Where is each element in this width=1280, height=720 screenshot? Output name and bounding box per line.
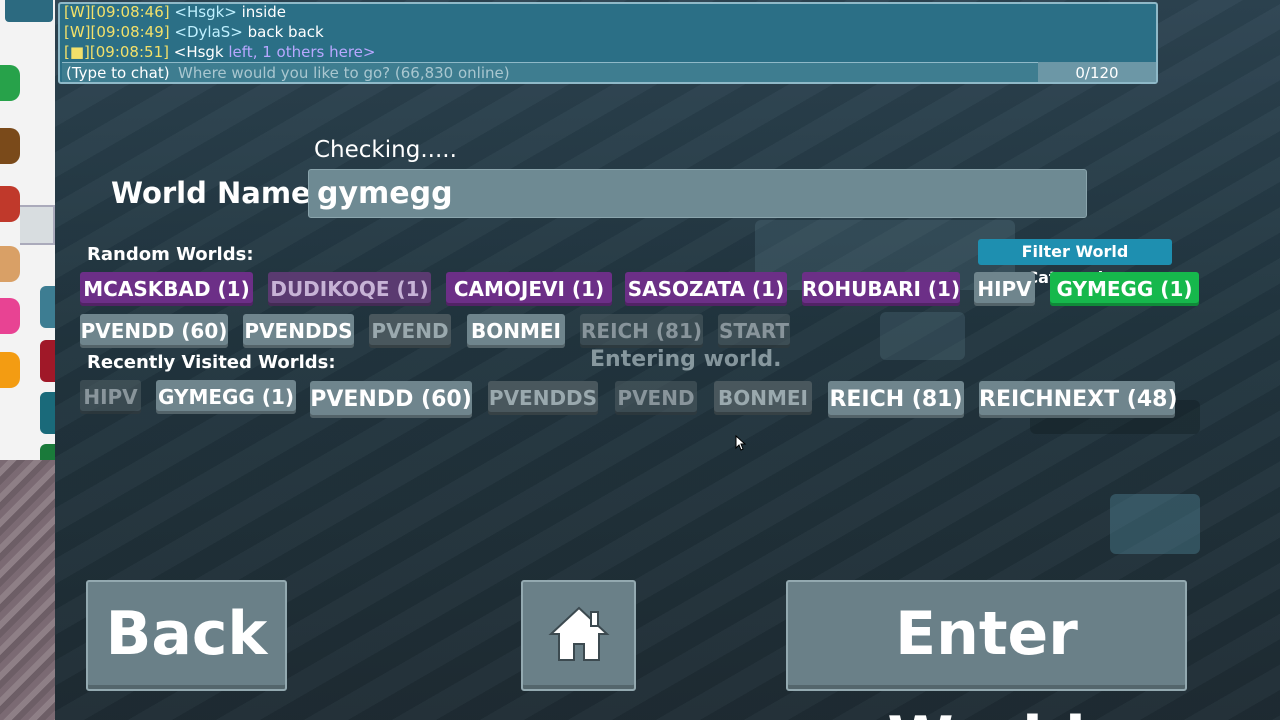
shop-icon: [0, 352, 20, 388]
world-name-label: World Name:: [111, 176, 323, 210]
recent-world-chip[interactable]: PVEND: [615, 381, 697, 415]
chat-message: [W][09:08:46] <Hsgk> inside: [64, 3, 287, 21]
chat-username[interactable]: <Hsgk: [174, 43, 224, 61]
checking-status: Checking.....: [314, 137, 457, 163]
world-chip[interactable]: PVENDDS: [243, 314, 354, 348]
home-icon: [547, 606, 610, 661]
chat-system-text: left, 1 others here>: [223, 43, 376, 61]
world-chip[interactable]: DUDIKOQE (1): [268, 272, 431, 306]
world-chip[interactable]: PVENDD (60): [80, 314, 228, 348]
world-chip[interactable]: CAMOJEVI (1): [446, 272, 612, 306]
background-block: [1110, 494, 1200, 554]
gift-icon: [0, 186, 20, 222]
recent-world-chip[interactable]: HIPV: [80, 380, 141, 414]
side-tab[interactable]: [40, 392, 55, 434]
world-chip[interactable]: START: [718, 314, 790, 348]
recent-world-chip[interactable]: REICH (81): [828, 381, 964, 418]
side-tab[interactable]: [40, 340, 55, 382]
chat-input[interactable]: (Type to chat) Where would you like to g…: [62, 62, 1038, 82]
chat-text: back back: [242, 23, 324, 41]
gems-icon: [0, 65, 20, 101]
avatar-icon: [0, 246, 20, 282]
chat-time: [09:08:51]: [89, 43, 169, 61]
chat-hint-text: Where would you like to go? (66,830 onli…: [178, 64, 510, 82]
chat-time: [09:08:46]: [90, 3, 170, 21]
recent-world-chip[interactable]: PVENDDS: [488, 381, 598, 415]
mouse-cursor-icon: [735, 435, 747, 451]
world-chip[interactable]: PVEND: [369, 314, 451, 348]
event-icon: [0, 298, 20, 334]
side-top-button[interactable]: [5, 0, 53, 22]
chat-placeholder: (Type to chat): [66, 64, 170, 82]
chat-tag: [■]: [64, 43, 90, 61]
recent-world-chip[interactable]: PVENDD (60): [310, 381, 472, 418]
world-name-input[interactable]: [308, 169, 1087, 218]
chat-message: [W][09:08:49] <DylaS> back back: [64, 23, 324, 41]
filter-world-categories-button[interactable]: Filter World Categories: [978, 239, 1172, 287]
recent-world-chip[interactable]: GYMEGG (1): [156, 380, 296, 414]
chest-icon: [0, 128, 20, 164]
recent-worlds-label: Recently Visited Worlds:: [87, 352, 336, 373]
chat-tag: [W]: [64, 3, 91, 21]
background-sign: [880, 312, 965, 360]
recent-world-chip[interactable]: REICHNEXT (48): [979, 381, 1178, 418]
background-pattern: [0, 460, 55, 720]
side-tab[interactable]: [40, 286, 55, 328]
chat-username[interactable]: <Hsgk>: [174, 4, 236, 21]
world-chip[interactable]: SASOZATA (1): [625, 272, 787, 306]
world-chip[interactable]: REICH (81): [580, 314, 703, 348]
recent-world-chip[interactable]: BONMEI: [714, 381, 812, 415]
side-frame: [20, 205, 55, 245]
random-worlds-label: Random Worlds:: [87, 244, 254, 265]
chat-text: inside: [236, 3, 287, 21]
enter-world-button[interactable]: Enter World: [786, 580, 1187, 720]
world-chip[interactable]: HIPV: [974, 272, 1035, 306]
world-chip-selected[interactable]: GYMEGG (1): [1050, 272, 1199, 306]
world-chip[interactable]: MCASKBAD (1): [80, 272, 253, 306]
chat-tag: [W]: [64, 23, 91, 41]
home-button[interactable]: [521, 580, 636, 691]
entering-world-status: Entering world.: [590, 347, 782, 372]
back-button[interactable]: Back: [86, 580, 287, 691]
chat-char-counter: 0/120: [1038, 62, 1156, 82]
chat-time: [09:08:49]: [90, 23, 170, 41]
world-chip[interactable]: BONMEI: [467, 314, 565, 348]
chat-username[interactable]: <DylaS>: [174, 23, 242, 41]
chat-panel: [W][09:08:46] <Hsgk> inside [W][09:08:49…: [58, 2, 1158, 84]
chat-message: [■][09:08:51] <Hsgk left, 1 others here>: [64, 43, 375, 61]
left-side-panel: [0, 0, 55, 720]
world-chip[interactable]: ROHUBARI (1): [802, 272, 960, 306]
